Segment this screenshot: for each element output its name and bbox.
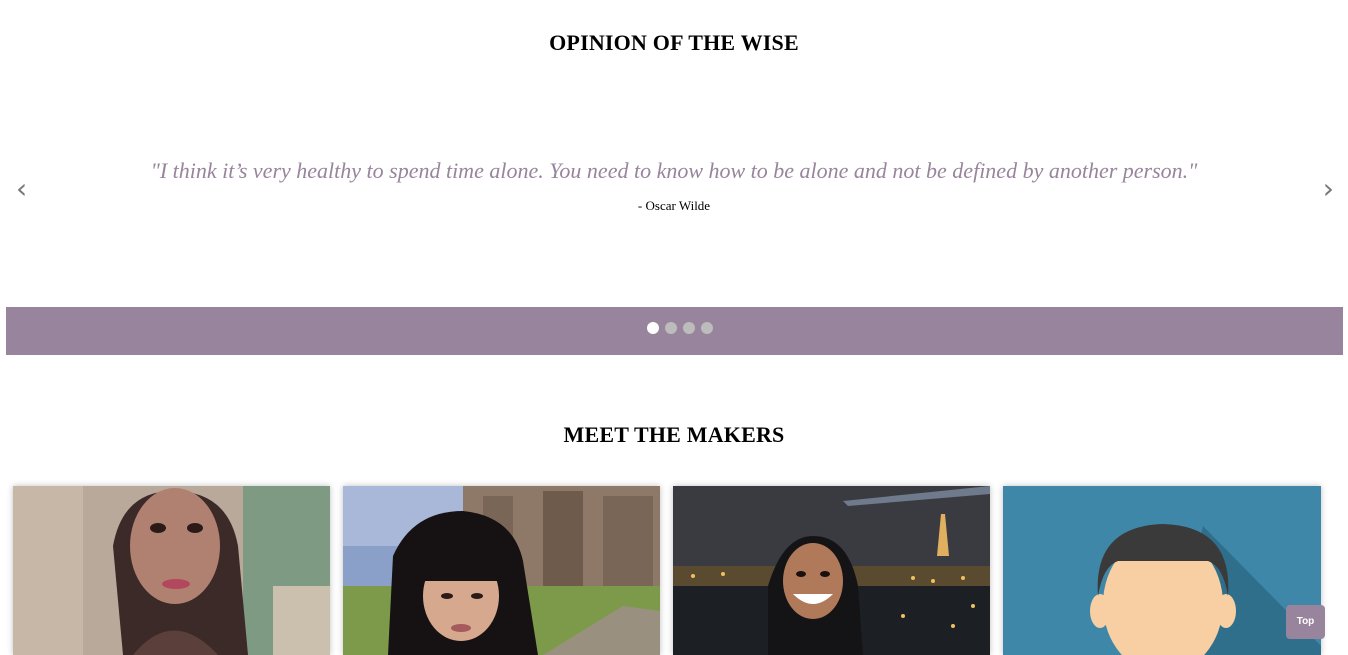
carousel-indicators [647,322,713,334]
maker-photo-3 [673,486,990,655]
maker-card-1[interactable] [13,486,330,655]
maker-photo-2 [343,486,660,655]
quote-carousel: ‹ "I think it’s very healthy to spend ti… [0,70,1348,307]
user-avatar-icon [1003,486,1321,655]
chevron-right-icon[interactable]: › [1323,175,1334,203]
quote-text: "I think it’s very healthy to spend time… [150,158,1198,183]
carousel-dot-3[interactable] [683,322,695,334]
maker-photo-1 [13,486,330,655]
opinion-section-title: OPINION OF THE WISE [549,30,799,55]
back-to-top-button[interactable]: Top [1286,605,1325,639]
carousel-indicator-bar [6,307,1343,355]
maker-card-3[interactable] [673,486,990,655]
maker-card-4[interactable] [1003,486,1321,655]
maker-card-2[interactable] [343,486,660,655]
makers-grid [13,486,1323,655]
quote-author: - Oscar Wilde [637,198,711,213]
makers-section-title: MEET THE MAKERS [563,422,785,447]
carousel-dot-2[interactable] [665,322,677,334]
carousel-dot-4[interactable] [701,322,713,334]
carousel-dot-1[interactable] [647,322,659,334]
